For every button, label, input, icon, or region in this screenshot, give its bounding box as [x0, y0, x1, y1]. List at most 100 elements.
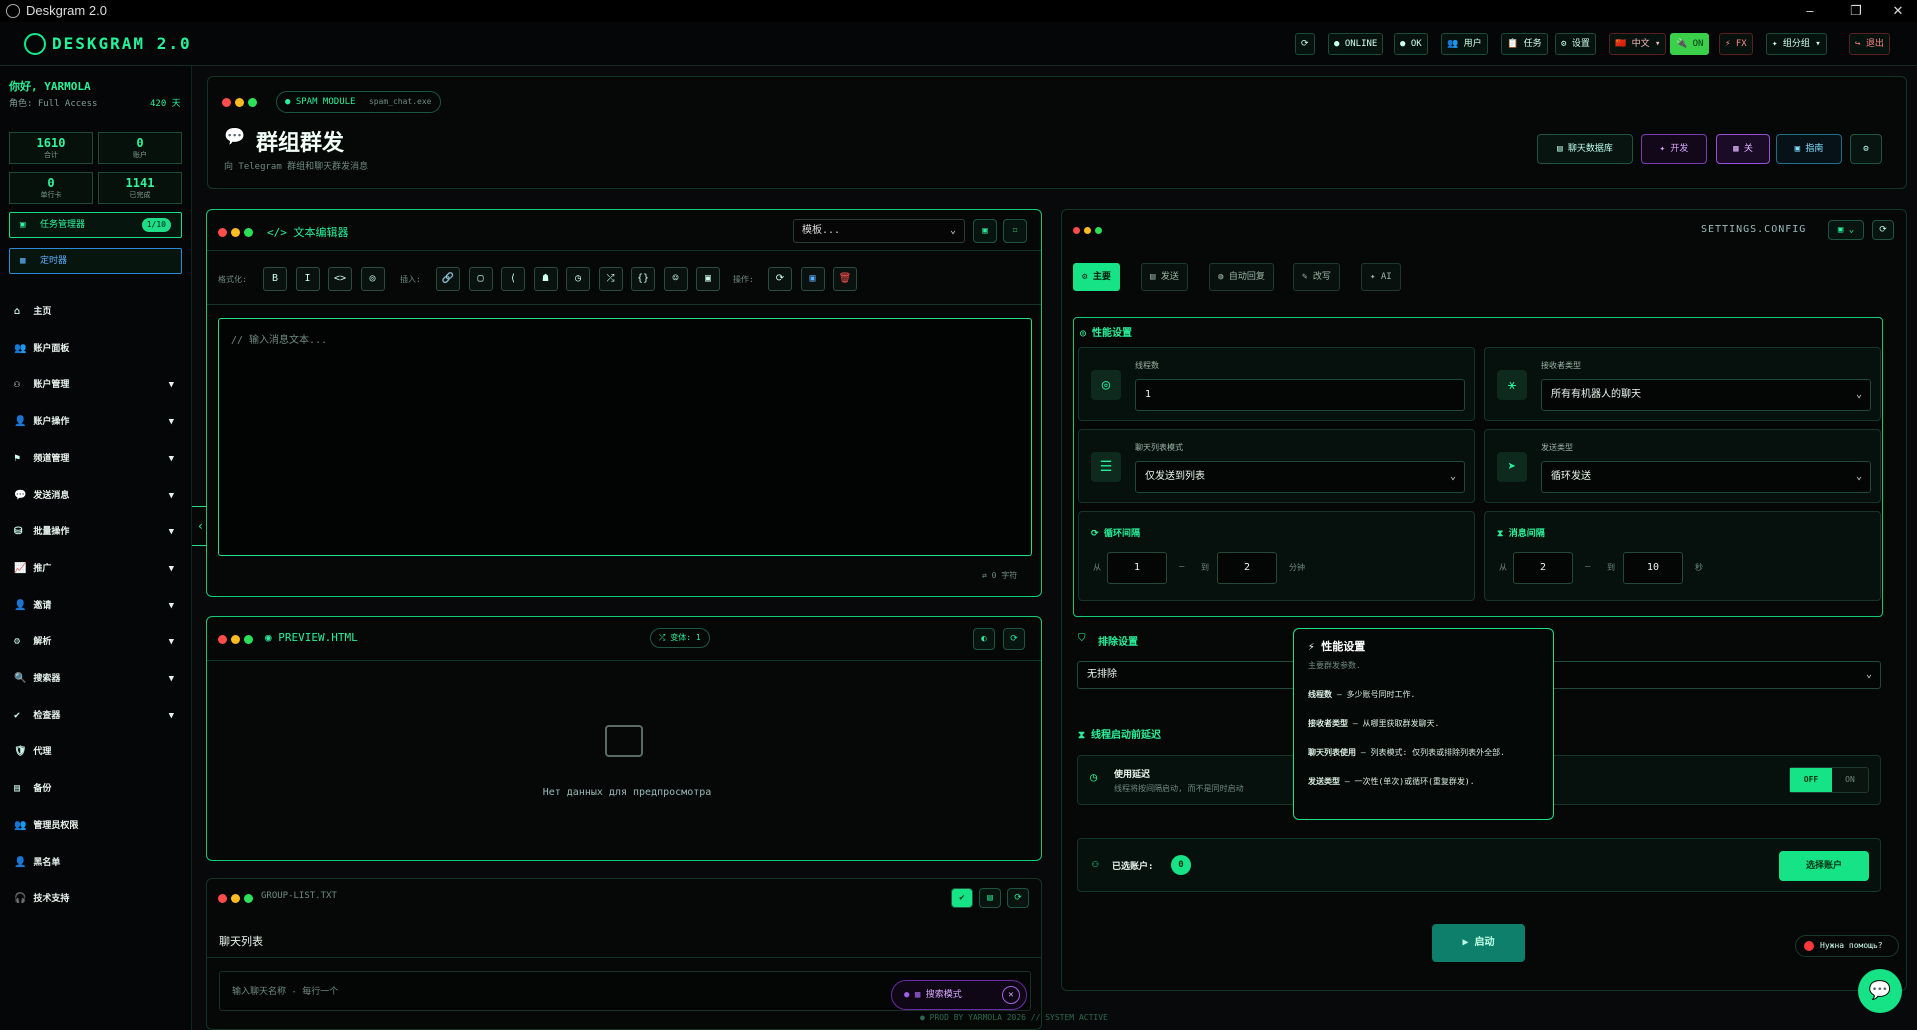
insert-tool-4[interactable]: ◷	[566, 267, 590, 291]
check-button[interactable]: ✔	[951, 888, 973, 908]
sidebar-item-0[interactable]: ⌂ 主页	[14, 302, 174, 322]
sidebar-item-13[interactable]: ▤ 备份	[14, 779, 174, 799]
sidebar-item-15[interactable]: 👤 黑名单	[14, 853, 174, 873]
cycle-to-input[interactable]: 2	[1217, 552, 1277, 584]
import-button[interactable]: ▤	[979, 888, 1001, 908]
help-pill[interactable]: Нужна помощь?	[1795, 935, 1899, 957]
users-button[interactable]: 👥 用户	[1441, 33, 1488, 55]
insert-tool-1[interactable]: ▢	[468, 267, 493, 291]
op-tool-0[interactable]: ⟳	[768, 267, 792, 291]
sidebar-item-11[interactable]: ✔ 检查器 ▼	[14, 706, 174, 726]
sidebar-item-5[interactable]: 💬 发送消息 ▼	[14, 486, 174, 506]
nav-icon: ✔	[14, 709, 21, 721]
sidebar-item-12[interactable]: 🛡 代理	[14, 742, 174, 762]
performance-title: ◎ 性能设置	[1080, 328, 1133, 339]
search-mode-pill[interactable]: ● ▦ 搜索模式 ✕	[891, 980, 1027, 1010]
delay-toggle[interactable]: OFF ON	[1789, 767, 1869, 793]
tab-1[interactable]: ▤ 发送	[1141, 263, 1188, 291]
sidebar-item-6[interactable]: ⛁ 批量操作 ▼	[14, 522, 174, 542]
maximize-button[interactable]: ❐	[1833, 1, 1879, 21]
template-select[interactable]: 模板... ⌄	[793, 219, 965, 243]
nav-icon: ▤	[14, 783, 21, 795]
close-module-button[interactable]: ▦ 关	[1716, 134, 1770, 164]
op-tool-2[interactable]: 🗑	[833, 267, 857, 291]
insert-tool-6[interactable]: {}	[631, 267, 655, 291]
task-manager-button[interactable]: ▣ 任务管理器 1/10	[9, 212, 182, 238]
op-tool-1[interactable]: ▣	[800, 267, 825, 291]
tab-0[interactable]: ⚙ 主要	[1073, 263, 1120, 291]
sidebar: 你好, YARMOLA 角色: Full Access 420 天 1610 合计…	[0, 66, 192, 1030]
insert-tool-5[interactable]: ⤮	[598, 267, 623, 291]
sidebar-item-1[interactable]: 👥 账户面板	[14, 339, 174, 359]
format-tool-1[interactable]: I	[295, 267, 320, 291]
logout-button[interactable]: ↪ 退出	[1849, 33, 1890, 55]
save-template-button[interactable]: ▣	[973, 219, 997, 243]
cycle-from-input[interactable]: 1	[1107, 552, 1167, 584]
editor-title: </> 文本编辑器	[267, 226, 349, 239]
sidebar-item-8[interactable]: 👤 邀请 ▼	[14, 596, 174, 616]
develop-button[interactable]: ✦ 开发	[1641, 134, 1707, 164]
sidebar-item-4[interactable]: ⚑ 频道管理 ▼	[14, 449, 174, 469]
toggle-on[interactable]: ON	[1832, 768, 1868, 792]
close-window-button[interactable]: ✕	[1879, 1, 1917, 21]
recipient-select[interactable]: 所有有机器人的聊天 ⌄	[1541, 379, 1871, 411]
close-pill-icon[interactable]: ✕	[1002, 986, 1020, 1004]
format-tool-2[interactable]: <>	[328, 267, 352, 291]
list-icon: ☰	[1091, 452, 1121, 482]
power-toggle[interactable]: 🔌 ON	[1670, 33, 1710, 55]
dash: —	[1179, 562, 1185, 572]
refresh-preview-button[interactable]: ⟳	[1003, 628, 1025, 650]
scheduler-button[interactable]: ▦ 定时器	[9, 248, 182, 274]
sidebar-item-10[interactable]: 🔍 搜索器 ▼	[14, 669, 174, 689]
tasks-button[interactable]: 📋 任务	[1501, 33, 1548, 55]
sidebar-item-9[interactable]: ⚙ 解析 ▼	[14, 632, 174, 652]
format-tool-3[interactable]: ◎	[360, 267, 385, 291]
palette-button[interactable]: ◐	[973, 628, 995, 650]
insert-tool-0[interactable]: 🔗	[436, 267, 460, 291]
toggle-off[interactable]: OFF	[1790, 768, 1832, 792]
settings-button[interactable]: ⚙ 设置	[1555, 33, 1596, 55]
insert-tool-7[interactable]: ☺	[663, 267, 688, 291]
save-config-button[interactable]: ▣ ⌄	[1828, 220, 1864, 240]
sidebar-item-16[interactable]: 🎧 技术支持	[14, 889, 174, 909]
msg-to-input[interactable]: 10	[1623, 552, 1683, 584]
threads-input[interactable]: 1	[1135, 379, 1465, 411]
message-textarea[interactable]: // 输入消息文本...	[218, 318, 1032, 556]
minimize-button[interactable]: –	[1787, 1, 1833, 21]
language-select[interactable]: 🇨🇳 中文 ▾	[1609, 33, 1667, 55]
guide-button[interactable]: ▣ 指南	[1776, 134, 1842, 164]
sidebar-item-3[interactable]: 👤 账户操作 ▼	[14, 412, 174, 432]
accounts-label: 已选账户:	[1112, 862, 1154, 872]
tab-3[interactable]: ✎ 改写	[1293, 263, 1340, 291]
msg-from-input[interactable]: 2	[1513, 552, 1573, 584]
format-tool-0[interactable]: B	[263, 267, 287, 291]
tab-4[interactable]: ✦ AI	[1361, 263, 1401, 291]
insert-tool-8[interactable]: ▣	[696, 267, 720, 291]
caret-down-icon: ▼	[168, 563, 174, 574]
fx-button[interactable]: ⚡ FX	[1719, 33, 1753, 55]
reset-config-button[interactable]: ⟳	[1872, 220, 1894, 240]
chat-support-icon[interactable]: 💬	[1858, 969, 1902, 1013]
refresh-button[interactable]: ⟳	[1295, 33, 1315, 55]
group-select[interactable]: ✦ 组分组 ▾	[1766, 33, 1827, 55]
cpu-icon: ◎	[1091, 370, 1121, 400]
clipboard-icon: ▣	[20, 220, 26, 230]
send-type-label: 发送类型	[1541, 443, 1573, 452]
sidebar-item-7[interactable]: 📈 推广 ▼	[14, 559, 174, 579]
sidebar-item-2[interactable]: ⚇ 账户管理 ▼	[14, 375, 174, 395]
send-type-select[interactable]: 循环发送 ⌄	[1541, 461, 1871, 493]
sidebar-item-label: 账户操作	[33, 417, 70, 428]
insert-tool-2[interactable]: ⟨	[501, 267, 525, 291]
start-button[interactable]: ▶ 启动	[1432, 924, 1525, 962]
chat-database-button[interactable]: ▤ 聊天数据库	[1537, 134, 1633, 164]
insert-tool-3[interactable]: ☗	[533, 267, 558, 291]
select-accounts-button[interactable]: 选择账户	[1779, 851, 1869, 881]
tooltip-line: 接收者类型 — 从哪里获取群发聊天.	[1308, 719, 1440, 728]
reload-list-button[interactable]: ⟳	[1007, 888, 1029, 908]
tab-2[interactable]: ◍ 自动回复	[1209, 263, 1274, 291]
module-settings-button[interactable]: ⚙	[1850, 134, 1882, 164]
bookmark-button[interactable]: ⌗	[1003, 219, 1027, 243]
sidebar-item-14[interactable]: 👥 管理员权限	[14, 816, 174, 836]
chatlist-select[interactable]: 仅发送到列表 ⌄	[1135, 461, 1465, 493]
user-check-icon: ⚇	[1092, 857, 1099, 870]
